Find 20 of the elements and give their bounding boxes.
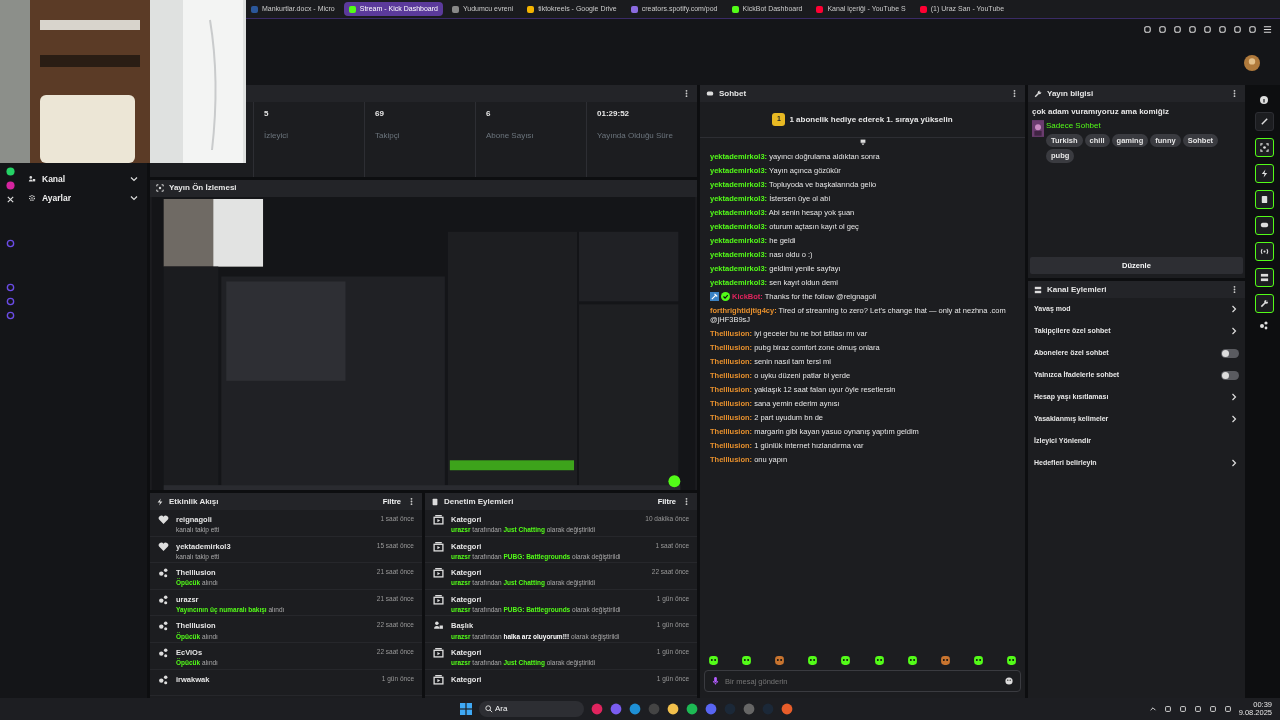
stat-label: Abone Sayısı (486, 130, 535, 142)
search-field[interactable]: Ara (479, 701, 584, 717)
sidebar-item[interactable]: Ayarlar (20, 188, 147, 208)
stat-label: Takipçi (375, 130, 401, 142)
stat-label: Yayında Olduğu Süre (597, 130, 674, 142)
stat-value: 69 (375, 108, 385, 120)
panel-title: Sohbet (719, 87, 747, 100)
category-link[interactable]: Sadece Sohbet (1046, 120, 1241, 132)
panel-title: Yayın Ön İzlemesi (169, 182, 237, 195)
stat-value: 5 (264, 108, 270, 120)
panel-title: Yayın bilgisi (1047, 87, 1094, 100)
stat-value: 6 (486, 108, 492, 120)
stat-label: İzleyici (264, 130, 289, 142)
sidebar-item[interactable]: Kanal (20, 170, 147, 189)
stream-title: çok adam vuramıyoruz ama komiğiz (1032, 106, 1170, 118)
panel-title: Kanal Eylemleri (1047, 283, 1107, 296)
stat-value: 01:29:52 (597, 108, 631, 120)
panel-title: Denetim Eylemleri (444, 495, 514, 508)
banner-text: 1 abonelik hediye ederek 1. sıraya yükselin (789, 113, 953, 126)
panel-title: Etkinlik Akışı (169, 495, 219, 508)
